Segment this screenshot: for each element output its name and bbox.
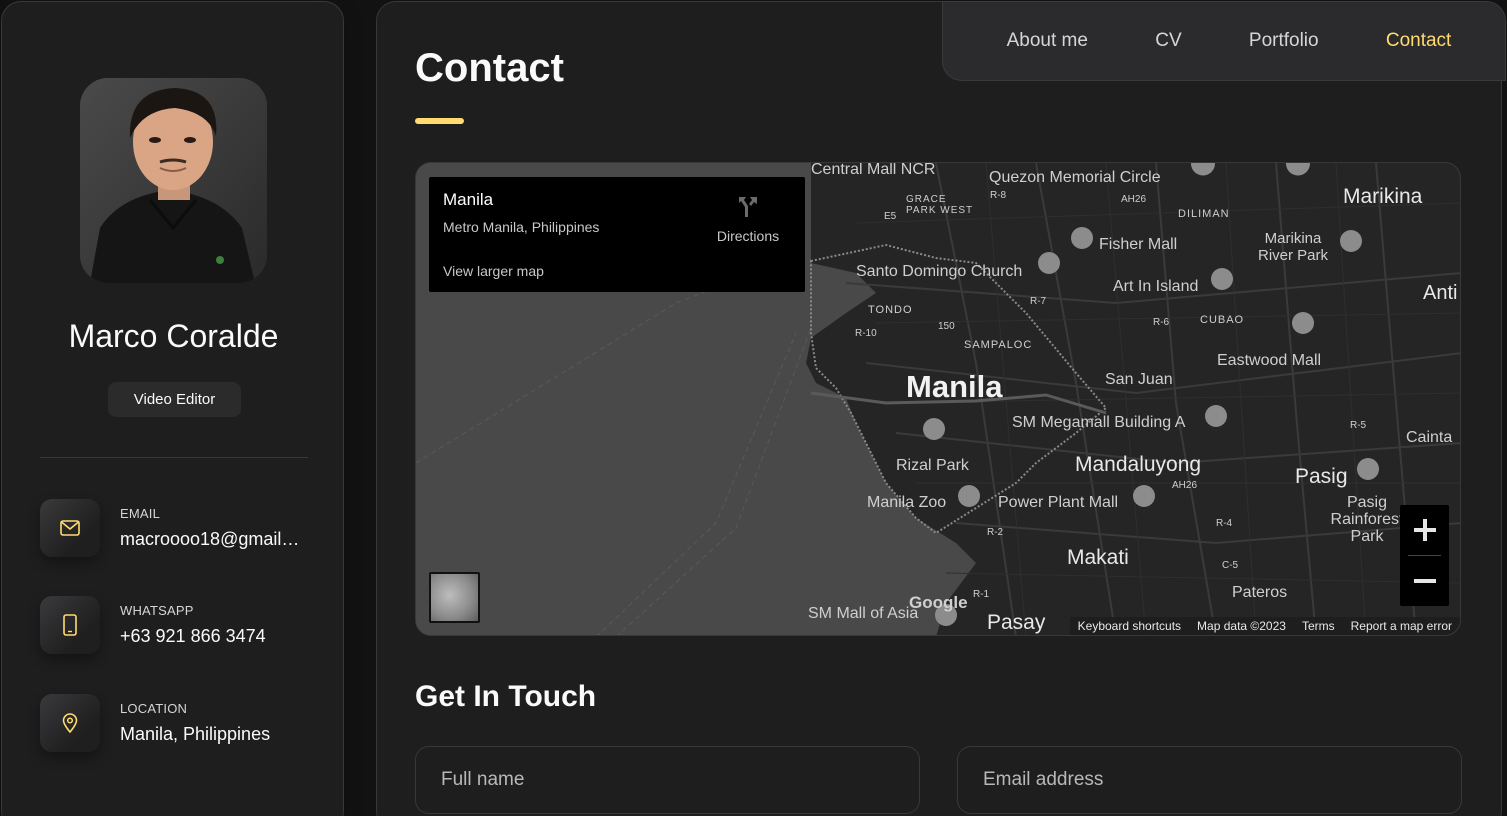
map-label: R-7 — [1030, 296, 1047, 307]
map-label: Fisher Mall — [1099, 236, 1178, 253]
map-label: Pasig — [1295, 465, 1348, 488]
contact-location: LOCATION Manila, Philippines — [40, 694, 330, 754]
terms-link[interactable]: Terms — [1302, 619, 1335, 633]
contact-email-value[interactable]: macroooo18@gmail… — [120, 529, 299, 550]
map-label: R-2 — [987, 527, 1004, 538]
map-label: SM Mall of Asia — [808, 605, 919, 622]
map-label: DILIMAN — [1178, 208, 1230, 220]
contact-email-label: EMAIL — [120, 506, 161, 521]
map-label: Rizal Park — [896, 457, 969, 474]
map-data-attribution: Map data ©2023 — [1197, 619, 1286, 633]
map-label: C-5 — [1222, 560, 1239, 571]
email-input[interactable] — [957, 746, 1462, 814]
title-underline-accent — [415, 118, 464, 124]
profile-title-badge: Video Editor — [108, 382, 241, 417]
keyboard-shortcuts-link[interactable]: Keyboard shortcuts — [1078, 619, 1181, 633]
map-label: R-5 — [1350, 420, 1367, 431]
map-place-title: Manila — [443, 190, 494, 209]
map-label: Anti — [1423, 282, 1458, 304]
map-label: GRACE PARK WEST — [906, 194, 974, 216]
view-larger-map-link[interactable]: View larger map — [443, 263, 544, 279]
map-footer: Keyboard shortcuts Map data ©2023 Terms … — [1069, 617, 1460, 635]
mail-icon — [40, 499, 100, 557]
map-label: Marikina River Park — [1258, 230, 1329, 264]
directions-icon — [739, 197, 757, 217]
map-label: AH26 — [1121, 194, 1147, 205]
location-pin-icon — [40, 694, 100, 752]
map-label: Central Mall NCR — [811, 162, 936, 178]
nav-contact[interactable]: Contact — [1386, 30, 1451, 52]
map-label: SAMPALOC — [964, 339, 1033, 351]
map-place-card: Manila Metro Manila, Philippines View la… — [429, 177, 805, 292]
embedded-map[interactable]: Central Mall NCR Quezon Memorial Circle … — [415, 162, 1461, 636]
phone-icon — [40, 596, 100, 654]
map-label: Cainta — [1406, 429, 1453, 446]
sidebar: Marco Coralde Video Editor EMAIL macrooo… — [1, 1, 344, 816]
map-label: R-6 — [1153, 317, 1170, 328]
map-zoom-controls — [1400, 505, 1449, 606]
contact-location-label: LOCATION — [120, 701, 188, 716]
contact-email: EMAIL macroooo18@gmail… — [40, 499, 330, 559]
map-label: SM Megamall Building A — [1012, 414, 1186, 431]
contact-whatsapp-label: WHATSAPP — [120, 603, 194, 618]
map-label: R-8 — [990, 190, 1007, 201]
avatar-portrait-image — [80, 78, 267, 283]
map-label: Santo Domingo Church — [856, 263, 1023, 280]
sidebar-separator — [40, 457, 308, 458]
map-place-subtitle: Metro Manila, Philippines — [443, 219, 600, 235]
map-label: Pateros — [1232, 584, 1288, 601]
contact-whatsapp: WHATSAPP +63 921 866 3474 — [40, 596, 330, 656]
get-in-touch-title: Get In Touch — [415, 680, 597, 713]
zoom-out-button[interactable] — [1400, 556, 1449, 606]
navbar: About me CV Portfolio Contact — [942, 1, 1506, 81]
map-label: AH26 — [1172, 480, 1198, 491]
avatar — [80, 78, 267, 283]
map-layer-toggle[interactable] — [429, 572, 480, 623]
map-label: Pasay — [987, 611, 1046, 634]
map-label: Manila Zoo — [867, 494, 947, 511]
map-label: 150 — [938, 321, 955, 332]
contact-location-value: Manila, Philippines — [120, 724, 271, 744]
directions-button[interactable]: Directions — [713, 193, 783, 244]
report-map-error-link[interactable]: Report a map error — [1351, 619, 1452, 633]
minus-icon — [1413, 579, 1436, 583]
map-label: Pasig Rainforest Park — [1330, 494, 1404, 545]
profile-name: Marco Coralde — [68, 318, 279, 354]
contact-whatsapp-value[interactable]: +63 921 866 3474 — [120, 626, 266, 647]
nav-about-me[interactable]: About me — [1007, 30, 1088, 52]
nav-cv[interactable]: CV — [1155, 30, 1181, 52]
map-label: Manila — [906, 369, 1003, 404]
fullname-input[interactable] — [415, 746, 920, 814]
directions-label: Directions — [716, 228, 780, 244]
map-label: Quezon Memorial Circle — [989, 169, 1161, 186]
map-label: TONDO — [868, 304, 913, 316]
map-label: R-4 — [1216, 518, 1233, 529]
nav-portfolio[interactable]: Portfolio — [1249, 30, 1319, 52]
map-label: San Juan — [1105, 371, 1173, 388]
map-label: Eastwood Mall — [1217, 352, 1322, 369]
map-label: Power Plant Mall — [998, 494, 1119, 511]
map-label: Mandaluyong — [1075, 453, 1202, 476]
map-label: R-1 — [973, 589, 990, 600]
map-label: Art In Island — [1113, 278, 1199, 295]
map-label: E5 — [884, 211, 897, 222]
google-logo: Google — [909, 593, 968, 612]
map-label: CUBAO — [1200, 314, 1245, 326]
zoom-in-button[interactable] — [1400, 505, 1449, 555]
map-label: Makati — [1067, 546, 1129, 569]
map-label: Marikina — [1343, 185, 1423, 208]
page-title: Contact — [415, 46, 564, 90]
plus-icon — [1413, 519, 1436, 541]
map-label: R-10 — [855, 328, 877, 339]
